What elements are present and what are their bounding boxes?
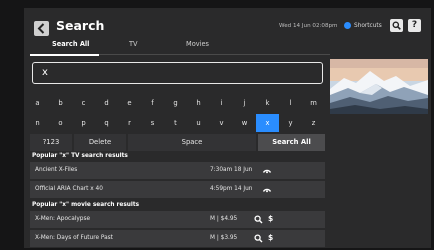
movie-result-row[interactable]: X-Men: Days of Future Past M | $3.95 $	[30, 230, 325, 247]
search-icon	[392, 21, 401, 30]
search-input[interactable]: x	[32, 62, 323, 84]
key-row-3: ?123 Delete Space Search All	[24, 134, 325, 152]
record-icon[interactable]	[262, 166, 272, 174]
key-h[interactable]: h	[187, 94, 210, 112]
key-y[interactable]: y	[279, 114, 302, 132]
tv-result-row[interactable]: Ancient X-Files 7:30am 18 Jun	[30, 162, 325, 179]
active-tab-indicator	[30, 54, 99, 56]
tab-movies[interactable]: Movies	[186, 40, 209, 48]
space-key[interactable]: Space	[128, 134, 256, 151]
key-r[interactable]: r	[118, 114, 141, 132]
search-screen: Search Wed 14 Jun 02:08pm Shortcuts ? Se…	[24, 8, 431, 248]
tab-search-all[interactable]: Search All	[52, 40, 89, 48]
dollar-icon[interactable]: $	[268, 214, 273, 223]
numeric-key[interactable]: ?123	[30, 134, 72, 151]
key-s[interactable]: s	[141, 114, 164, 132]
key-n[interactable]: n	[26, 114, 49, 132]
search-query: x	[42, 67, 48, 78]
movie-result-price: M | $3.95	[210, 235, 238, 241]
delete-key[interactable]: Delete	[74, 134, 126, 151]
key-w[interactable]: w	[233, 114, 256, 132]
shortcuts-link[interactable]: Shortcuts	[354, 23, 382, 29]
key-u[interactable]: u	[187, 114, 210, 132]
key-c[interactable]: c	[72, 94, 95, 112]
preview-thumbnail	[330, 59, 428, 114]
key-o[interactable]: o	[49, 114, 72, 132]
tv-result-time: 4:59pm 14 Jun	[210, 186, 253, 192]
tab-tv[interactable]: TV	[129, 40, 138, 48]
movie-result-title: X-Men: Apocalypse	[35, 216, 91, 222]
key-x[interactable]: x	[256, 114, 279, 132]
movie-result-title: X-Men: Days of Future Past	[35, 235, 113, 241]
search-icon[interactable]	[254, 234, 263, 243]
page-title: Search	[56, 18, 105, 33]
mountain-landscape-image	[330, 59, 428, 114]
key-e[interactable]: e	[118, 94, 141, 112]
back-button[interactable]	[34, 21, 49, 36]
record-icon[interactable]	[262, 185, 272, 193]
key-l[interactable]: l	[279, 94, 302, 112]
key-f[interactable]: f	[141, 94, 164, 112]
date-time: Wed 14 Jun 02:08pm	[279, 23, 338, 29]
key-a[interactable]: a	[26, 94, 49, 112]
movie-result-row[interactable]: X-Men: Apocalypse M | $4.95 $	[30, 211, 325, 228]
key-v[interactable]: v	[210, 114, 233, 132]
search-button[interactable]	[390, 19, 403, 32]
tv-result-title: Official ARIA Chart x 40	[35, 186, 103, 192]
key-b[interactable]: b	[49, 94, 72, 112]
dollar-icon[interactable]: $	[268, 233, 273, 242]
key-m[interactable]: m	[302, 94, 325, 112]
key-d[interactable]: d	[95, 94, 118, 112]
search-tabs: Search All TV Movies	[30, 40, 370, 52]
key-j[interactable]: j	[233, 94, 256, 112]
search-icon[interactable]	[254, 215, 263, 224]
shortcuts-dot-icon	[344, 22, 351, 29]
movie-results-heading: Popular "x" movie search results	[32, 202, 140, 208]
key-g[interactable]: g	[164, 94, 187, 112]
search-all-button[interactable]: Search All	[258, 134, 325, 151]
key-i[interactable]: i	[210, 94, 233, 112]
key-z[interactable]: z	[302, 114, 325, 132]
tv-results-heading: Popular "x" TV search results	[32, 153, 128, 159]
key-t[interactable]: t	[164, 114, 187, 132]
key-q[interactable]: q	[95, 114, 118, 132]
key-k[interactable]: k	[256, 94, 279, 112]
tv-result-title: Ancient X-Files	[35, 167, 78, 173]
chevron-left-icon	[37, 23, 45, 34]
tv-result-row[interactable]: Official ARIA Chart x 40 4:59pm 14 Jun	[30, 181, 325, 198]
tab-underline	[30, 54, 330, 56]
help-button[interactable]: ?	[408, 19, 421, 32]
tv-result-time: 7:30am 18 Jun	[210, 167, 253, 173]
key-p[interactable]: p	[72, 114, 95, 132]
key-row-2: n o p q r s t u v w x y z	[24, 114, 324, 132]
movie-result-price: M | $4.95	[210, 216, 238, 222]
key-row-1: a b c d e f g h i j k l m	[24, 94, 324, 112]
